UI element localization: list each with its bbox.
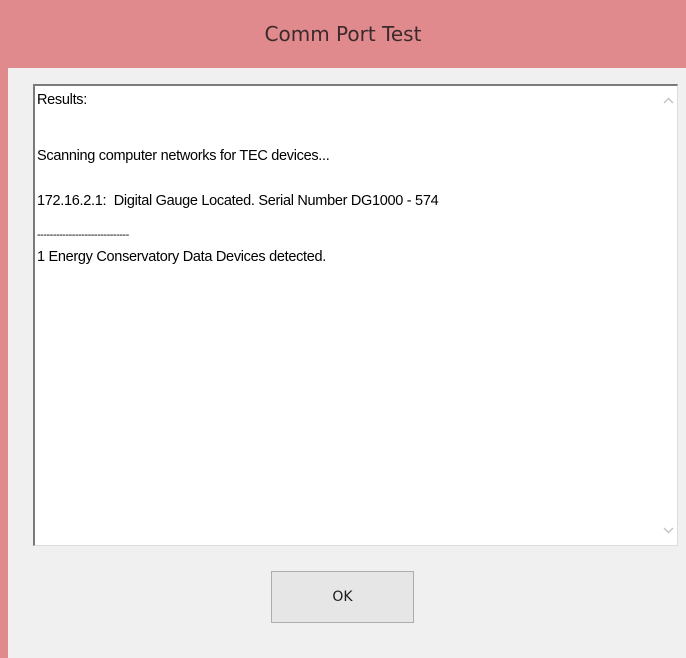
title-bar[interactable]: Comm Port Test xyxy=(0,0,686,68)
results-summary-line: 1 Energy Conservatory Data Devices detec… xyxy=(37,249,327,265)
dialog-client-area: Results: Scanning computer networks for … xyxy=(8,68,686,658)
results-textbox[interactable]: Results: Scanning computer networks for … xyxy=(33,84,678,546)
chevron-down-icon[interactable] xyxy=(660,522,677,539)
results-heading: Results: xyxy=(37,92,87,108)
ok-button[interactable]: OK xyxy=(271,571,414,623)
comm-port-test-dialog: Comm Port Test Results: Scanning compute… xyxy=(0,0,686,658)
results-scrollbar[interactable] xyxy=(660,86,677,545)
results-scanning-line: Scanning computer networks for TEC devic… xyxy=(37,148,330,164)
window-title: Comm Port Test xyxy=(264,22,422,46)
results-separator: ----------------------------- xyxy=(37,229,129,241)
ok-button-label: OK xyxy=(332,589,353,605)
results-device-line: 172.16.2.1: Digital Gauge Located. Seria… xyxy=(37,193,439,209)
chevron-up-icon[interactable] xyxy=(660,92,677,109)
